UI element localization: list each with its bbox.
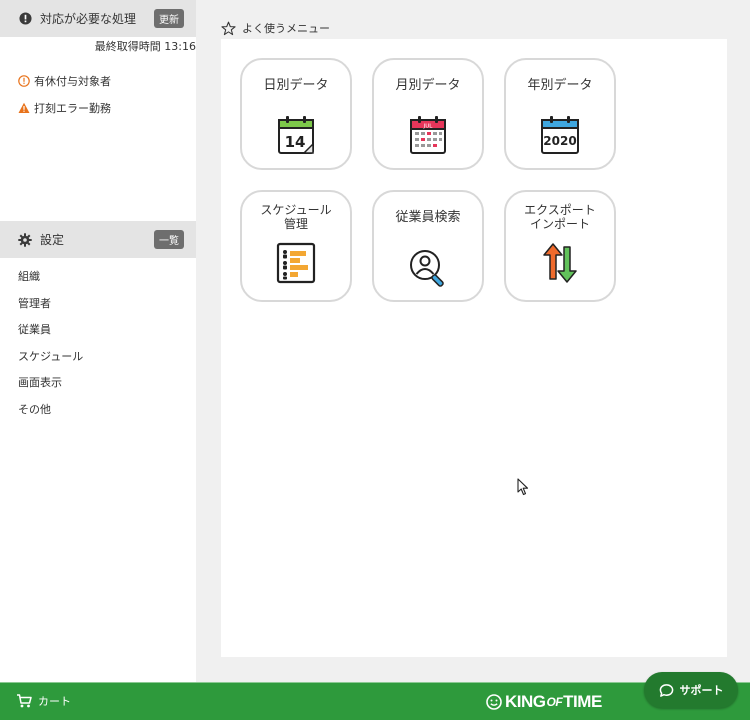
list-button[interactable]: 一覧 [154,230,184,249]
gear-icon [18,232,32,247]
alerts-title: 対応が必要な処理 [40,12,137,26]
tile-label: スケジュール 管理 [260,203,332,231]
fetch-time: 最終取得時間 13:16 [94,40,196,53]
tile-yearly-data[interactable]: 年別データ 2020 [504,58,616,170]
cart-link[interactable]: カート [16,693,71,709]
exclamation-circle-icon [18,12,32,26]
schedule-chart-icon [276,242,316,284]
mouse-cursor-icon [517,478,529,496]
settings-item-schedule[interactable]: スケジュール [0,344,196,371]
yearly-calendar-icon: 2020 [541,116,579,154]
settings-item-organization[interactable]: 組織 [0,264,196,291]
tile-label: 年別データ [527,78,593,93]
tile-label: エクスポート インポート [524,203,596,231]
cart-icon [17,694,32,708]
settings-item-admin[interactable]: 管理者 [0,291,196,318]
tile-label: 従業員検索 [395,210,461,225]
export-import-arrows-icon [543,243,577,283]
settings-item-display[interactable]: 画面表示 [0,370,196,397]
support-button[interactable]: サポート [644,672,738,708]
monthly-calendar-icon: JUL [410,116,446,154]
settings-section: 設定 一覧 組織 管理者 従業員 スケジュール 画面表示 その他 [0,221,196,424]
refresh-button[interactable]: 更新 [154,9,184,28]
cart-label: カート [38,695,71,708]
chat-bubble-icon [659,683,673,697]
tile-daily-data[interactable]: 日別データ 14 [240,58,352,170]
support-label: サポート [679,684,724,697]
favorites-title-text: よく使うメニュー [242,22,330,35]
settings-header: 設定 一覧 [0,221,196,258]
info-circle-icon [18,74,30,87]
settings-item-employee[interactable]: 従業員 [0,317,196,344]
tile-label: 月別データ [395,78,461,93]
sidebar: 対応が必要な処理 更新 最終取得時間 13:16 有休付与対象者 打刻エラー勤務 [0,0,196,682]
settings-list: 組織 管理者 従業員 スケジュール 画面表示 その他 [0,258,196,424]
svg-text:JUL: JUL [423,124,434,130]
tile-label: 日別データ [263,78,329,93]
alerts-header: 対応が必要な処理 更新 [0,0,196,37]
alert-item-punch-error[interactable]: 打刻エラー勤務 [0,94,196,121]
alert-list: 有休付与対象者 打刻エラー勤務 [0,59,196,121]
settings-item-other[interactable]: その他 [0,397,196,424]
favorites-title: よく使うメニュー [221,20,330,36]
footer-bar: カート KING OF TIME [0,682,750,720]
star-icon [221,21,236,35]
alert-item-label: 打刻エラー勤務 [34,101,111,115]
settings-title: 設定 [40,233,65,247]
tile-schedule-management[interactable]: スケジュール 管理 [240,190,352,302]
brand-logo: KING OF TIME [486,692,602,712]
alert-item-label: 有休付与対象者 [34,74,111,88]
smiley-logo-icon [486,694,502,710]
favorites-panel: 日別データ 14 月別データ JUL 年別データ 2020 スケジュール 管理 … [221,39,727,657]
employee-search-icon [410,250,444,287]
alert-item-paid-leave[interactable]: 有休付与対象者 [0,67,196,94]
warning-icon [18,102,30,114]
tile-employee-search[interactable]: 従業員検索 [372,190,484,302]
tile-export-import[interactable]: エクスポート インポート [504,190,616,302]
svg-text:14: 14 [285,133,306,151]
daily-calendar-icon: 14 [278,116,314,154]
svg-text:2020: 2020 [543,134,576,148]
tile-monthly-data[interactable]: 月別データ JUL [372,58,484,170]
